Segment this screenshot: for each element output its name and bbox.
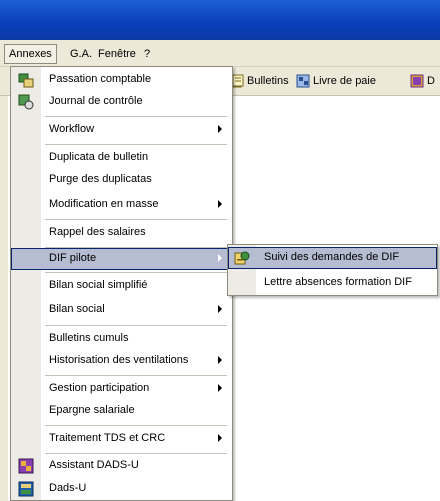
menu-item-gestion-participation[interactable]: Gestion participation (11, 378, 232, 400)
title-bar (0, 0, 440, 40)
menu-bar: Annexes G.A. Fenêtre ? (0, 40, 440, 67)
menu-annexes[interactable]: Annexes (4, 44, 57, 64)
menu-item-historisation-des-ventilations[interactable]: Historisation des ventilations (11, 350, 232, 372)
assistant-dads-icon (18, 458, 34, 474)
menu-item-label: Bilan social (49, 303, 105, 315)
submenu-arrow-icon (218, 254, 222, 262)
menu-item-modification-en-masse[interactable]: Modification en masse (11, 194, 232, 216)
menu-item-duplicata-de-bulletin[interactable]: Duplicata de bulletin (11, 147, 232, 169)
livre-de-paie-icon (296, 74, 310, 88)
submenu-arrow-icon (218, 200, 222, 208)
menu-item-label: Gestion participation (49, 382, 150, 394)
submenu-arrow-icon (218, 384, 222, 392)
menu-item-label: Bulletins cumuls (49, 332, 129, 344)
menu-item-label: Epargne salariale (49, 404, 135, 416)
menu-item-label: Traitement TDS et CRC (49, 432, 166, 444)
menu-item-epargne-salariale[interactable]: Epargne salariale (11, 400, 232, 422)
menu-help[interactable]: ? (144, 46, 150, 62)
menu-item-dads-u[interactable]: Dads-U (11, 478, 232, 500)
menu-item-label: Journal de contrôle (49, 95, 143, 107)
menu-item-traitement-tds-et-crc[interactable]: Traitement TDS et CRC (11, 428, 232, 450)
menu-item-bulletins-cumuls[interactable]: Bulletins cumuls (11, 328, 232, 350)
menu-item-dif-pilote[interactable]: DIF pilote (11, 248, 232, 270)
menu-item-passation-comptable[interactable]: Passation comptable (11, 69, 232, 91)
menu-item-bilan-social[interactable]: Bilan social (11, 299, 232, 321)
menu-separator (45, 219, 227, 220)
annexes-dropdown-menu: Passation comptable Journal de contrôle … (10, 66, 233, 501)
dads-u-icon (18, 481, 34, 497)
journal-icon (18, 94, 34, 110)
menu-item-label: Bilan social simplifié (49, 279, 148, 291)
menu-separator (45, 425, 227, 426)
menu-item-bilan-social-simplifie[interactable]: Bilan social simplifié (11, 275, 232, 297)
menu-separator (45, 116, 227, 117)
menu-item-label: Assistant DADS-U (49, 459, 139, 471)
passation-icon (18, 73, 34, 88)
menu-item-label: DIF pilote (49, 252, 97, 264)
menu-item-label: Rappel des salaires (49, 226, 146, 238)
menu-fenetre[interactable]: Fenêtre (98, 46, 136, 62)
submenu-item-suivi-des-demandes-de-dif[interactable]: Suivi des demandes de DIF (228, 247, 437, 269)
livre-de-paie-label: Livre de paie (313, 75, 376, 87)
submenu-arrow-icon (218, 305, 222, 313)
menu-item-workflow[interactable]: Workflow (11, 119, 232, 141)
suivi-dif-icon (234, 251, 250, 265)
bulletins-button[interactable]: Bulletins (230, 73, 289, 89)
menu-item-label: Duplicata de bulletin (49, 151, 149, 163)
menu-item-label: Dads-U (49, 482, 87, 494)
menu-item-label: Purge des duplicatas (49, 173, 152, 185)
dads-toolbar-label: D (427, 75, 435, 87)
submenu-arrow-icon (218, 434, 222, 442)
menu-item-label: Workflow (49, 123, 95, 135)
livre-de-paie-button[interactable]: Livre de paie (296, 73, 376, 89)
left-strip (0, 67, 8, 501)
menu-separator (45, 325, 227, 326)
submenu-item-lettre-absences-formation-dif[interactable]: Lettre absences formation DIF (228, 272, 437, 294)
submenu-arrow-icon (218, 356, 222, 364)
menu-item-rappel-des-salaires[interactable]: Rappel des salaires (11, 222, 232, 244)
menu-item-label: Modification en masse (49, 198, 159, 210)
submenu-item-label: Suivi des demandes de DIF (264, 251, 400, 263)
menu-separator (45, 453, 227, 454)
menu-separator (45, 144, 227, 145)
menu-ga[interactable]: G.A. (70, 46, 92, 62)
dads-toolbar-button[interactable]: D (410, 73, 435, 89)
menu-separator (45, 375, 227, 376)
dads-icon (410, 74, 424, 88)
submenu-arrow-icon (218, 125, 222, 133)
menu-item-purge-des-duplicatas[interactable]: Purge des duplicatas (11, 169, 232, 191)
menu-item-assistant-dads-u[interactable]: Assistant DADS-U (11, 455, 232, 477)
bulletins-label: Bulletins (247, 75, 289, 87)
menu-item-label: Historisation des ventilations (49, 354, 189, 366)
menu-item-label: Passation comptable (49, 73, 152, 85)
submenu-item-label: Lettre absences formation DIF (264, 276, 412, 288)
menu-separator (45, 272, 227, 273)
menu-item-journal-de-controle[interactable]: Journal de contrôle (11, 91, 232, 113)
dif-pilote-submenu: Suivi des demandes de DIF Lettre absence… (227, 244, 438, 296)
